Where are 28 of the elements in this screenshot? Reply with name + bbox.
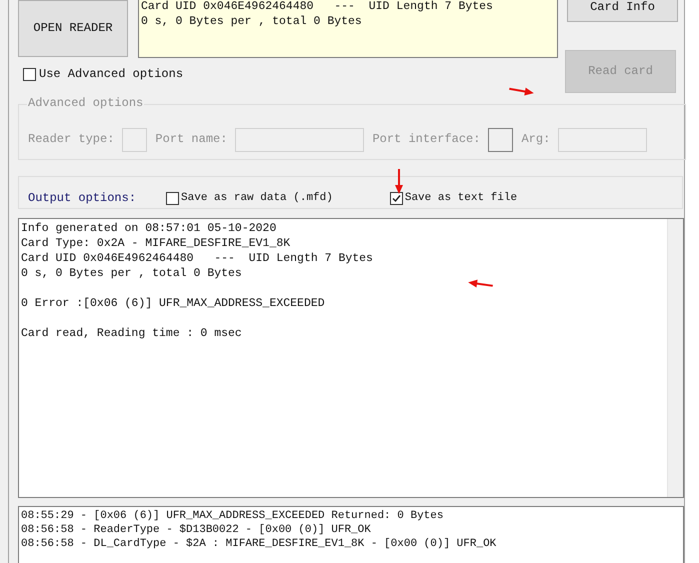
field-label: Port interface: [372,132,480,147]
card-info-button[interactable]: Card Info [567,0,678,22]
log-line: 08:56:58 - DL_CardType - $2A : MIFARE_DESFIRE_EV1_8K - [0x00 (0)] UFR_OK [21,537,496,551]
log-line: 08:55:29 - [0x06 (6)] UFR_MAX_ADDRESS_EXCEEDED Returned: 0 Bytes [21,509,444,523]
group-title: Advanced options [27,96,144,111]
output-options-label: Output options: [28,191,136,206]
log-line: 08:56:58 - ReaderType - $D13B0022 - [0x00 (0)] UFR_OK [21,523,371,537]
read-card-button: Read card [565,50,676,93]
checkbox[interactable] [166,192,180,205]
open-reader-button[interactable]: OPEN READER [18,0,128,57]
summary-line: Card UID 0x046E4962464480 --- UID Length 7 Bytes [141,0,493,14]
output-line: Card read, Reading time : 0 msec [21,326,242,341]
output-line: Card Type: 0x2A - MIFARE_DESFIRE_EV1_8K [21,236,290,251]
checkbox[interactable] [23,68,36,81]
field-label: Arg: [521,132,550,147]
output-line: 0 Error :[0x06 (6)] UFR_MAX_ADDRESS_EXCEEDED [21,296,325,311]
annotation-arrow [394,169,404,195]
scroll-bar[interactable] [667,219,683,497]
field-label: Port name: [155,132,228,147]
checkmark-icon [392,194,401,203]
output-line: Info generated on 08:57:01 05-10-2020 [21,221,276,236]
output-line: Card UID 0x046E4962464480 --- UID Length 7 Bytes [21,251,373,266]
output-line: 0 s, 0 Bytes per , total 0 Bytes [21,266,242,281]
summary-line: 0 s, 0 Bytes per , total 0 Bytes [141,14,362,29]
input-field [122,128,148,152]
field-label: Reader type: [28,132,114,147]
input-field [488,128,514,152]
checkbox[interactable] [390,192,403,205]
